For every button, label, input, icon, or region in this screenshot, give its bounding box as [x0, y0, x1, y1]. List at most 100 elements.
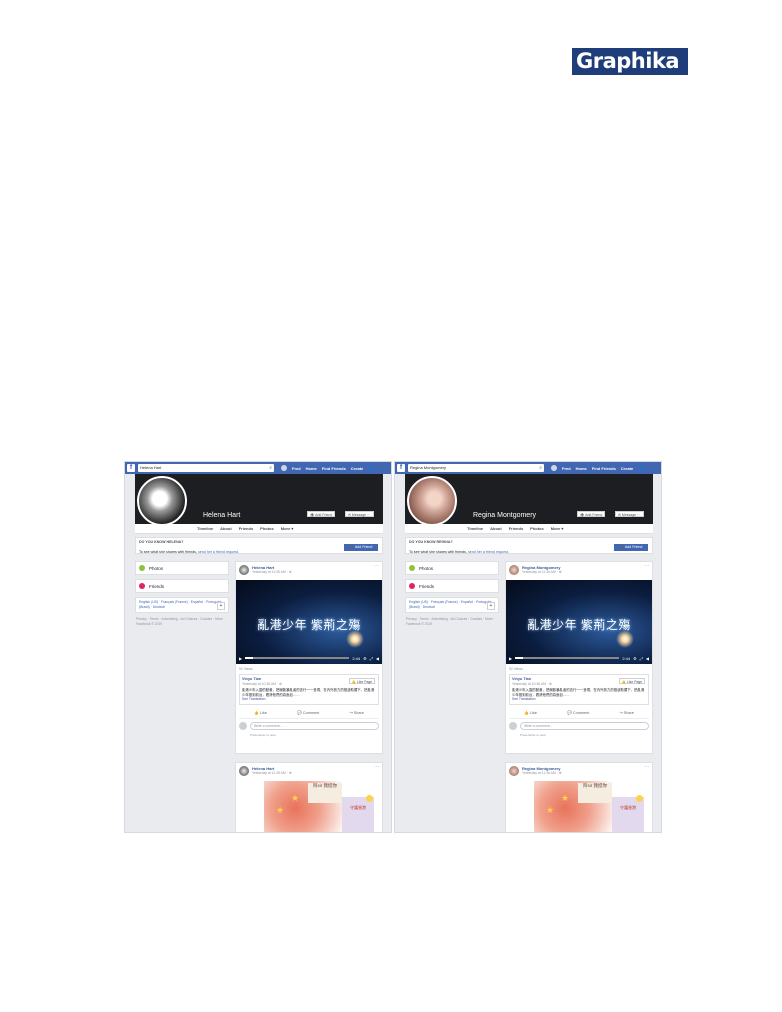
post-photo[interactable]: ★ ★ 阿sir 我挺你 守護香港: [506, 781, 652, 832]
search-input[interactable]: Regina Montgomery ⌕: [408, 464, 544, 472]
avatar[interactable]: [239, 766, 249, 776]
tab-photos[interactable]: Photos: [260, 526, 274, 531]
nav-find-friends[interactable]: Find Friends: [592, 466, 616, 471]
avatar[interactable]: [551, 465, 557, 471]
profile-tabs: Timeline About Friends Photos More ▾: [405, 524, 653, 534]
avatar[interactable]: [281, 465, 287, 471]
avatar[interactable]: [509, 766, 519, 776]
tab-more[interactable]: More ▾: [551, 526, 564, 531]
nav-create[interactable]: Create: [621, 466, 633, 471]
add-friend-label: Add Friend: [315, 513, 333, 517]
friend-requests-icon[interactable]: 👤: [368, 466, 373, 471]
tab-timeline[interactable]: Timeline: [197, 526, 213, 531]
facebook-icon[interactable]: f: [397, 464, 405, 472]
video-duration: 2:44: [622, 655, 631, 661]
tab-about[interactable]: About: [490, 526, 502, 531]
post-timestamp[interactable]: Yesterday at 11:36 AM · ⊕: [522, 771, 562, 775]
comment-label: Comment: [302, 710, 320, 715]
profile-picture[interactable]: [137, 476, 187, 526]
tab-friends[interactable]: Friends: [239, 526, 253, 531]
video-duration: 2:44: [352, 655, 361, 661]
nav-profile[interactable]: Fred: [562, 466, 571, 471]
volume-icon[interactable]: ◀: [646, 656, 649, 661]
volume-icon[interactable]: ◀: [376, 656, 379, 661]
post-timestamp[interactable]: Yesterday at 11:35 AM · ⊕: [252, 771, 292, 775]
tab-about[interactable]: About: [220, 526, 232, 531]
video-player[interactable]: 亂港少年 紫荊之殤 ▶ 2:44 ⚙ ⤢ ◀: [506, 580, 652, 664]
profile-picture[interactable]: [407, 476, 457, 526]
post-timestamp[interactable]: Yesterday at 11:36 AM · ⊕: [522, 570, 562, 574]
friend-request-link[interactable]: send her a friend request.: [198, 550, 239, 554]
add-friend-button-secondary[interactable]: ➕ Add Friend: [344, 544, 378, 551]
search-icon[interactable]: ⌕: [539, 464, 542, 472]
see-translation-link[interactable]: See Translation: [512, 697, 646, 702]
settings-icon[interactable]: ⚙: [363, 656, 367, 661]
share-button[interactable]: ↪ Share: [620, 710, 634, 715]
comment-input[interactable]: Write a comment...: [520, 721, 649, 730]
fullscreen-icon[interactable]: ⤢: [640, 656, 643, 661]
sidebar-item-friends[interactable]: Friends: [405, 579, 499, 593]
like-button[interactable]: 👍 Like: [524, 710, 537, 715]
message-button[interactable]: ✉ Message ···: [615, 511, 644, 517]
avatar[interactable]: [239, 565, 249, 575]
sidebar-item-label: Photos: [419, 565, 434, 571]
sidebar-item-photos[interactable]: Photos: [135, 561, 229, 575]
tab-friends[interactable]: Friends: [509, 526, 523, 531]
language-links[interactable]: English (US) · Français (France) · Españ…: [139, 600, 222, 609]
nav-home[interactable]: Home: [306, 466, 317, 471]
tab-timeline[interactable]: Timeline: [467, 526, 483, 531]
search-input[interactable]: Helena Hart ⌕: [138, 464, 274, 472]
friend-request-link[interactable]: send her a friend request.: [468, 550, 509, 554]
tab-more[interactable]: More ▾: [281, 526, 294, 531]
tab-photos[interactable]: Photos: [530, 526, 544, 531]
play-icon[interactable]: ▶: [509, 656, 512, 661]
more-icon[interactable]: ···: [374, 764, 379, 770]
more-icon[interactable]: ···: [374, 563, 379, 569]
video-progress[interactable]: [515, 657, 620, 659]
add-friend-button-secondary[interactable]: ➕ Add Friend: [614, 544, 648, 551]
more-icon[interactable]: ···: [644, 563, 649, 569]
comment-row: Write a comment...: [506, 719, 652, 733]
video-title: 亂港少年 紫荊之殤: [527, 618, 631, 632]
graphika-logo: Graphika: [572, 48, 688, 75]
nav-profile[interactable]: Fred: [292, 466, 301, 471]
nav-home[interactable]: Home: [576, 466, 587, 471]
search-icon[interactable]: ⌕: [269, 464, 272, 472]
plus-icon[interactable]: +: [487, 602, 495, 610]
comment-button[interactable]: 💬 Comment: [297, 710, 319, 715]
video-player[interactable]: 亂港少年 紫荊之殤 ▶ 2:44 ⚙ ⤢ ◀: [236, 580, 382, 664]
share-label: Share: [623, 710, 634, 715]
language-links[interactable]: English (US) · Français (France) · Españ…: [409, 600, 492, 609]
share-button[interactable]: ↪ Share: [350, 710, 364, 715]
play-icon[interactable]: ▶: [239, 656, 242, 661]
footer-links[interactable]: Privacy · Terms · Advertising · Ad Choic…: [406, 617, 498, 627]
video-progress[interactable]: [245, 657, 350, 659]
post-timestamp[interactable]: Yesterday at 11:35 AM · ⊕: [252, 570, 292, 574]
plus-icon[interactable]: +: [217, 602, 225, 610]
sidebar-item-photos[interactable]: Photos: [405, 561, 499, 575]
comment-input[interactable]: Write a comment...: [250, 721, 379, 730]
search-value: Helena Hart: [140, 465, 162, 470]
nav-find-friends[interactable]: Find Friends: [322, 466, 346, 471]
add-friend-button[interactable]: ➕ Add Friend: [307, 511, 336, 517]
like-page-button[interactable]: 👍 Like Page: [619, 678, 645, 684]
add-friend-secondary-label: Add Friend: [354, 545, 373, 549]
note-card: 阿sir 我挺你: [308, 783, 342, 803]
fullscreen-icon[interactable]: ⤢: [370, 656, 373, 661]
sidebar-item-friends[interactable]: Friends: [135, 579, 229, 593]
message-button[interactable]: ✉ Message ···: [345, 511, 374, 517]
more-icon[interactable]: ···: [644, 764, 649, 770]
settings-icon[interactable]: ⚙: [633, 656, 637, 661]
see-translation-link[interactable]: See Translation: [242, 697, 376, 702]
like-button[interactable]: 👍 Like: [254, 710, 267, 715]
avatar[interactable]: [509, 565, 519, 575]
add-friend-button[interactable]: ➕ Add Friend: [577, 511, 606, 517]
nav-create[interactable]: Create: [351, 466, 363, 471]
facebook-icon[interactable]: f: [127, 464, 135, 472]
friend-requests-icon[interactable]: 👤: [638, 466, 643, 471]
post-photo[interactable]: ★ ★ 阿sir 我挺你 守護香港: [236, 781, 382, 832]
footer-links[interactable]: Privacy · Terms · Advertising · Ad Choic…: [136, 617, 228, 627]
comment-button[interactable]: 💬 Comment: [567, 710, 589, 715]
like-page-button[interactable]: 👍 Like Page: [349, 678, 375, 684]
sign-card: 守護香港: [342, 797, 374, 832]
